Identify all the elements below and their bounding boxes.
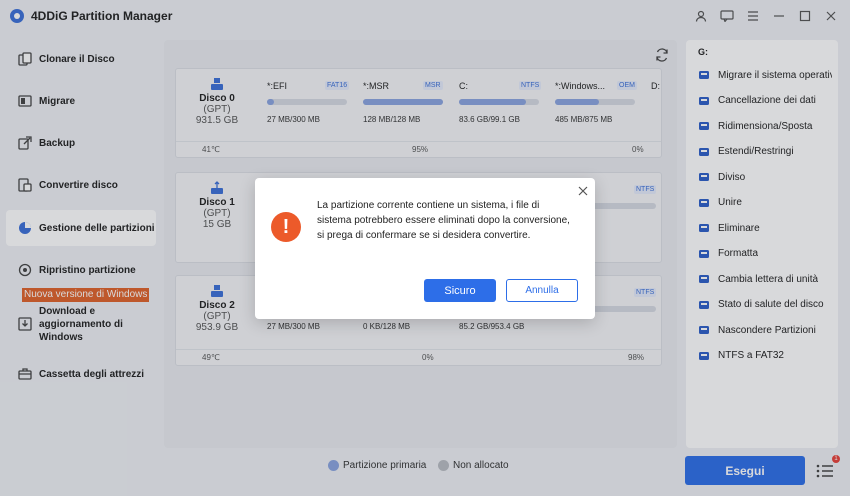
confirm-dialog: ! La partizione corrente contiene un sis… — [255, 178, 595, 319]
dialog-message: La partizione corrente contiene un siste… — [317, 200, 570, 241]
dialog-close-icon[interactable] — [576, 184, 590, 198]
warning-icon: ! — [271, 212, 301, 242]
cancel-button[interactable]: Annulla — [506, 279, 578, 302]
confirm-button[interactable]: Sicuro — [424, 279, 496, 302]
